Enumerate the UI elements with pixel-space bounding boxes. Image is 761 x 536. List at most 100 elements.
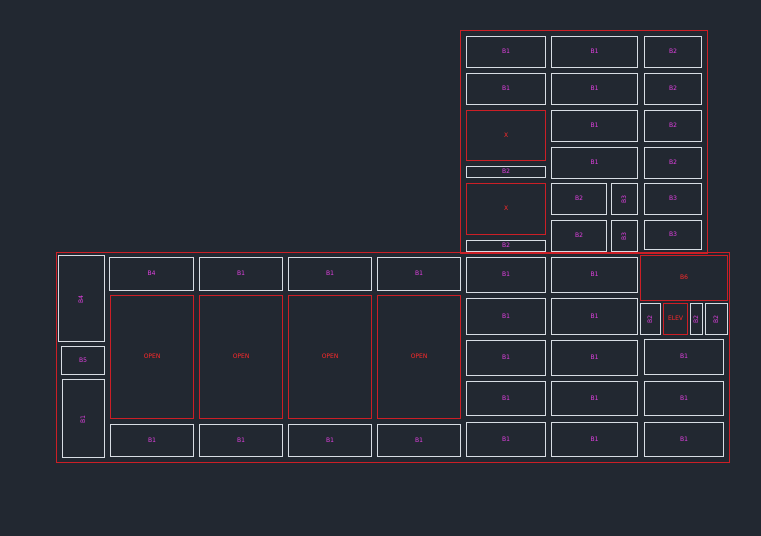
room-label: B2 — [645, 111, 701, 141]
room-label: B2 — [641, 304, 660, 334]
room-label-text: B1 — [590, 122, 599, 129]
room-cell-b1: B1 — [377, 257, 461, 291]
room-label-text: B1 — [680, 435, 688, 443]
room-label-text: X — [503, 131, 509, 139]
room-label: B2 — [645, 37, 701, 67]
room-label: B1 — [200, 258, 282, 290]
room-cell-b1: B1 — [551, 110, 638, 142]
room-label-text: X — [503, 205, 509, 212]
room-label: B3 — [645, 221, 701, 249]
room-label-text: B1 — [590, 85, 599, 92]
room-label-text: B1 — [590, 159, 599, 166]
room-label: OPEN — [200, 296, 282, 418]
room-label: B1 — [552, 111, 637, 141]
room-label: B1 — [200, 425, 282, 456]
room-cell-b3: B3 — [611, 220, 638, 252]
room-label-text: OPEN — [143, 353, 161, 360]
room-label: B5 — [62, 347, 104, 374]
room-cell-b1: B1 — [288, 257, 372, 291]
room-label: B3 — [612, 221, 637, 251]
room-label-text: B2 — [646, 315, 654, 323]
room-cell-b3: B3 — [644, 220, 702, 250]
room-label: B1 — [552, 258, 637, 292]
room-label-text: B6 — [680, 274, 688, 281]
room-label: B1 — [467, 37, 545, 67]
room-label: B2 — [552, 184, 606, 214]
room-label-text: OPEN — [410, 353, 428, 360]
room-cell-b2: B2 — [551, 220, 607, 252]
room-label: B1 — [552, 37, 637, 67]
room-cell-b1: B1 — [644, 422, 724, 457]
room-label-text: B1 — [237, 436, 245, 444]
room-label-text: ELEV — [667, 315, 684, 322]
room-label-text: B1 — [148, 436, 156, 444]
room-cell-b1: B1 — [551, 257, 638, 293]
room-label-text: B4 — [147, 270, 156, 277]
room-label: OPEN — [111, 296, 193, 418]
room-label-text: B1 — [590, 271, 599, 278]
room-label: OPEN — [378, 296, 460, 418]
room-cell-b2: B2 — [644, 110, 702, 142]
room-cell-b1: B1 — [377, 424, 461, 457]
room-cell-b1: B1 — [466, 36, 546, 68]
room-cell-b2: B2 — [640, 303, 661, 335]
room-label: B1 — [645, 423, 723, 456]
room-cell-b1: B1 — [110, 424, 194, 457]
room-cell-b1: B1 — [466, 422, 546, 457]
room-cell-b4: B4 — [58, 255, 105, 342]
room-label: ELEV — [664, 304, 687, 334]
room-cell-b1: B1 — [551, 73, 638, 105]
room-label: B2 — [552, 221, 606, 251]
room-label: B2 — [467, 241, 545, 251]
room-cell-b2: B2 — [466, 166, 546, 178]
room-label: B1 — [111, 425, 193, 456]
room-label-text: B3 — [669, 195, 677, 202]
room-label-text: B1 — [326, 270, 334, 277]
room-cell-b2: B2 — [644, 36, 702, 68]
room-label: B1 — [552, 299, 637, 334]
room-cell-b4: B4 — [109, 257, 194, 291]
room-label-text: B2 — [502, 242, 510, 249]
room-cell-b1: B1 — [288, 424, 372, 457]
room-cell-b1: B1 — [551, 147, 638, 179]
room-label-text: B1 — [502, 48, 510, 55]
room-label-text: B1 — [502, 435, 510, 443]
room-label-text: B2 — [575, 195, 583, 202]
room-label-text: B1 — [502, 271, 510, 278]
room-cell-b1: B1 — [199, 424, 283, 457]
room-label: B1 — [552, 74, 637, 104]
room-label: B1 — [467, 423, 545, 456]
room-label: B2 — [706, 304, 727, 334]
room-label: B2 — [691, 304, 702, 334]
room-label: B1 — [63, 380, 104, 457]
room-label: B1 — [378, 258, 460, 290]
room-label: B1 — [467, 382, 545, 415]
room-label-text: B1 — [590, 312, 599, 320]
room-label-text: B2 — [712, 315, 720, 323]
room-cell-open: OPEN — [199, 295, 283, 419]
room-label: B1 — [467, 74, 545, 104]
room-cell-b1: B1 — [466, 298, 546, 335]
room-label-text: B2 — [575, 232, 583, 239]
room-cell-b2: B2 — [705, 303, 728, 335]
room-cell-b1: B1 — [466, 381, 546, 416]
room-label-text: B1 — [79, 414, 87, 423]
room-cell-open: OPEN — [377, 295, 461, 419]
room-cell-b1: B1 — [551, 340, 638, 376]
room-label: B6 — [641, 256, 727, 300]
room-label: B1 — [552, 341, 637, 375]
room-label-text: B1 — [237, 270, 245, 277]
room-cell-b1: B1 — [466, 340, 546, 376]
room-label-text: B1 — [415, 270, 423, 277]
room-label: OPEN — [289, 296, 371, 418]
room-label-text: B1 — [590, 435, 599, 443]
room-cell-b2: B2 — [466, 240, 546, 252]
room-label: B1 — [289, 425, 371, 456]
room-label: B1 — [552, 148, 637, 178]
room-cell-b6: B6 — [640, 255, 728, 301]
room-label-text: B3 — [669, 231, 677, 238]
room-cell-b2: B2 — [690, 303, 703, 335]
room-label: B1 — [467, 341, 545, 375]
room-label: X — [467, 111, 545, 160]
room-label-text: B1 — [415, 436, 423, 444]
